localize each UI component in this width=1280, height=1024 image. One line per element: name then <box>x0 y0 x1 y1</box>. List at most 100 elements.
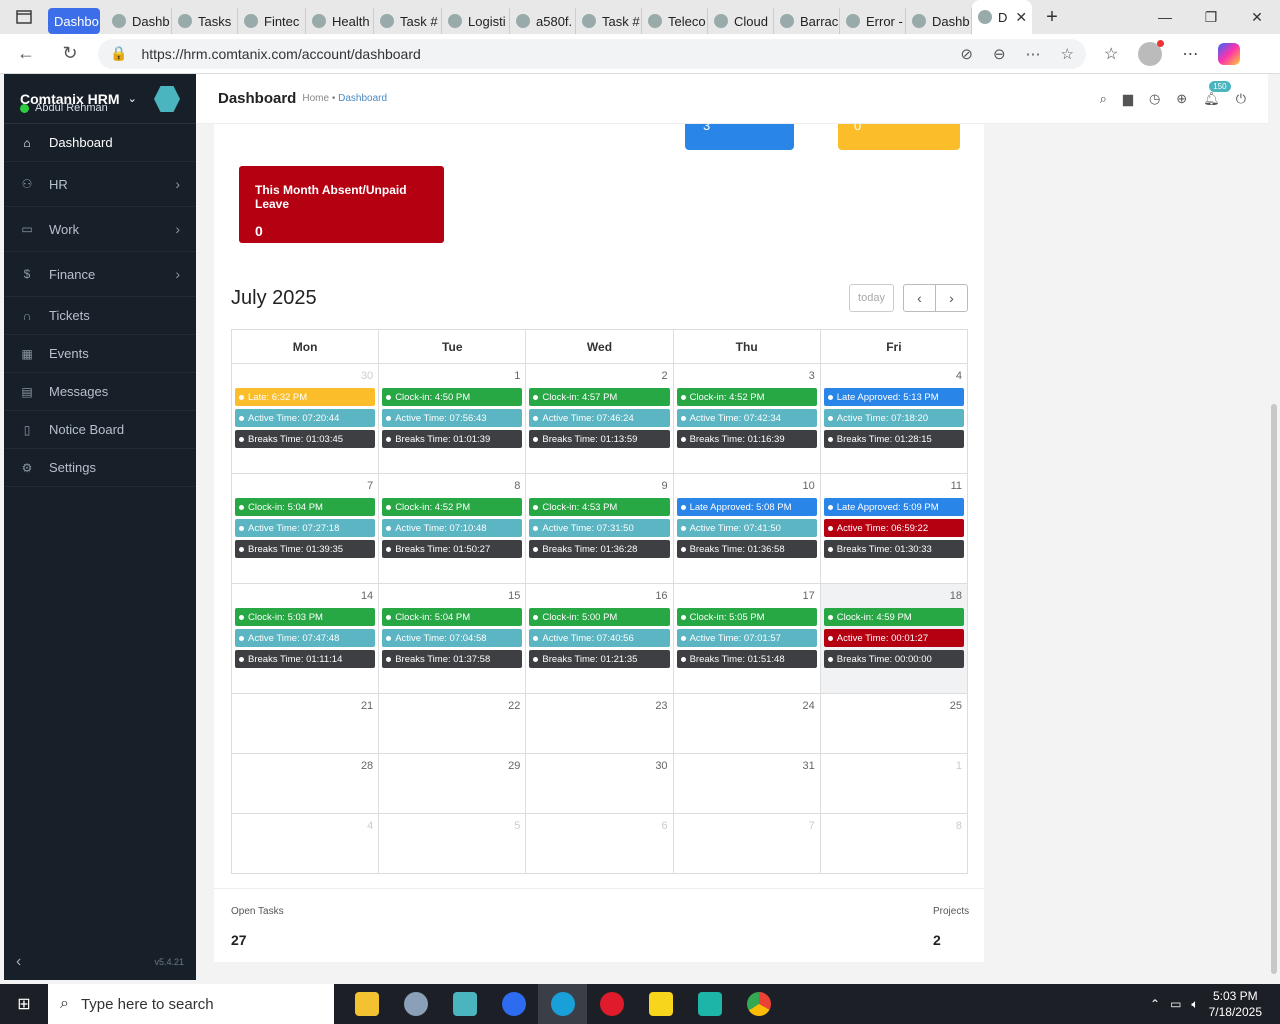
calendar-event[interactable]: Breaks Time: 01:39:35 <box>235 540 376 558</box>
browser-tab[interactable]: Tasks <box>172 8 238 34</box>
calendar-day-number[interactable]: 5 <box>381 814 523 838</box>
calendar-event[interactable]: Active Time: 06:59:22 <box>823 519 964 537</box>
calendar-day-number[interactable]: 1 <box>381 364 523 388</box>
sidebar-header[interactable]: Comtanix HRM ⌄ Abdul Rehman <box>4 74 196 124</box>
taskbar-clock[interactable]: 5:03 PM 7/18/2025 <box>1209 988 1262 1020</box>
calendar-day-number[interactable]: 25 <box>823 694 965 718</box>
calendar-day-number[interactable]: 16 <box>528 584 670 608</box>
search-icon[interactable]: ⌕ <box>1100 91 1107 107</box>
calendar-day-cell[interactable]: 30 Late: 6:32 PM Active Time: 07:20:44 Brea… <box>230 363 380 474</box>
calendar-event[interactable]: Breaks Time: 01:36:28 <box>529 540 670 558</box>
calendar-day-cell[interactable]: 14 Clock-in: 5:03 PM Active Time: 07:47:48… <box>230 583 380 694</box>
calendar-event[interactable]: Late: 6:32 PM <box>235 388 376 406</box>
calendar-event[interactable]: Late Approved: 5:13 PM <box>823 388 964 406</box>
back-icon[interactable]: ← <box>8 43 44 64</box>
calendar-next-button[interactable]: › <box>935 284 968 312</box>
calendar-event[interactable]: Clock-in: 4:50 PM <box>382 388 523 406</box>
sidebar-item-finance[interactable]: $ Finance › <box>4 252 196 297</box>
calendar-day-number[interactable]: 1 <box>823 754 965 778</box>
clock-icon[interactable]: ◷ <box>1149 91 1160 107</box>
calendar-event[interactable]: Breaks Time: 00:00:00 <box>823 650 964 668</box>
browser-tab[interactable]: D ✕ <box>972 0 1032 34</box>
calendar-event[interactable]: Clock-in: 5:03 PM <box>235 608 376 626</box>
collapse-sidebar-icon[interactable]: ‹ <box>16 953 21 971</box>
calendar-event[interactable]: Clock-in: 5:00 PM <box>529 608 670 626</box>
browser-tab[interactable]: a580f. <box>510 8 576 34</box>
calendar-event[interactable]: Breaks Time: 01:28:15 <box>823 430 964 448</box>
copilot-icon[interactable] <box>1218 42 1241 65</box>
calendar-event[interactable]: Late Approved: 5:09 PM <box>823 498 964 516</box>
calendar-event[interactable]: Clock-in: 5:04 PM <box>382 608 523 626</box>
new-tab-button[interactable]: + <box>1032 6 1072 29</box>
calendar-day-cell[interactable]: 6 <box>525 813 674 874</box>
calendar-day-number[interactable]: 22 <box>381 694 523 718</box>
profile-avatar[interactable] <box>1138 39 1165 66</box>
calendar-day-number[interactable]: 31 <box>676 754 818 778</box>
projects-value[interactable]: 2 <box>933 932 941 948</box>
calendar-day-number[interactable]: 29 <box>381 754 523 778</box>
calendar-event[interactable]: Clock-in: 4:52 PM <box>382 498 523 516</box>
tracking-icon[interactable]: ⊘ <box>960 45 973 63</box>
sidebar-item-settings[interactable]: ⚙ Settings <box>4 449 196 487</box>
network-icon[interactable]: ▭ <box>1170 997 1181 1011</box>
calendar-day-cell[interactable]: 16 Clock-in: 5:00 PM Active Time: 07:40:56… <box>525 583 674 694</box>
stat-card-blue[interactable]: 3 <box>685 124 794 150</box>
tab-close-icon[interactable]: ✕ <box>1015 9 1027 26</box>
sticky-note-icon[interactable]: ▆ <box>1123 91 1133 107</box>
calendar-day-cell[interactable]: 10 Late Approved: 5:08 PM Active Time: 07:… <box>672 473 821 584</box>
calendar-event[interactable]: Breaks Time: 01:37:58 <box>382 650 523 668</box>
calendar-event[interactable]: Clock-in: 4:59 PM <box>823 608 964 626</box>
calendar-day-cell[interactable]: 31 <box>672 753 821 814</box>
calendar-event[interactable]: Breaks Time: 01:01:39 <box>382 430 523 448</box>
calendar-event[interactable]: Breaks Time: 01:13:59 <box>529 430 670 448</box>
scrollbar-thumb[interactable] <box>1271 404 1277 974</box>
favorites-icon[interactable]: ☆ <box>1104 44 1118 64</box>
power-icon[interactable]: ⏻ <box>1236 91 1246 107</box>
calendar-day-cell[interactable]: 11 Late Approved: 5:09 PM Active Time: 06:… <box>819 473 969 584</box>
calendar-day-cell[interactable]: 22 <box>378 693 527 754</box>
calendar-day-number[interactable]: 15 <box>381 584 523 608</box>
sidebar-item-tickets[interactable]: ∩ Tickets <box>4 297 196 335</box>
calendar-day-cell[interactable]: 30 <box>525 753 674 814</box>
sidebar-item-messages[interactable]: ▤ Messages <box>4 373 196 411</box>
calendar-day-cell[interactable]: 7 Clock-in: 5:04 PM Active Time: 07:27:18 B… <box>230 473 380 584</box>
file-explorer-icon[interactable] <box>342 984 391 1024</box>
opera-browser-icon[interactable] <box>587 984 636 1024</box>
hrm-app-icon[interactable] <box>440 984 489 1024</box>
calendar-event[interactable]: Clock-in: 4:57 PM <box>529 388 670 406</box>
page-scrollbar[interactable] <box>1268 74 1280 980</box>
calendar-event[interactable]: Breaks Time: 01:51:48 <box>676 650 817 668</box>
calendar-day-cell[interactable]: 28 <box>230 753 380 814</box>
calendar-day-cell[interactable]: 1 Clock-in: 4:50 PM Active Time: 07:56:43 B… <box>378 363 527 474</box>
calendar-day-number[interactable]: 9 <box>528 474 670 498</box>
browser-tab[interactable]: Cloud <box>708 8 774 34</box>
restore-button[interactable]: ❐ <box>1188 9 1234 26</box>
app-icon[interactable] <box>391 984 440 1024</box>
calendar-day-number[interactable]: 17 <box>676 584 818 608</box>
calendar-day-cell[interactable]: 4 <box>230 813 380 874</box>
calendar-day-cell[interactable]: 25 <box>819 693 969 754</box>
calendar-day-number[interactable]: 24 <box>676 694 818 718</box>
calendar-day-number[interactable]: 23 <box>528 694 670 718</box>
calendar-event[interactable]: Clock-in: 4:52 PM <box>676 388 817 406</box>
calendar-day-cell[interactable]: 2 Clock-in: 4:57 PM Active Time: 07:46:24 B… <box>525 363 674 474</box>
browser-tab[interactable]: Dashb <box>106 8 172 34</box>
browser-tab[interactable]: Dashbo <box>48 8 100 34</box>
settings-more-icon[interactable]: ⋯ <box>1182 44 1198 64</box>
calendar-day-cell[interactable]: 9 Clock-in: 4:53 PM Active Time: 07:31:50 B… <box>525 473 674 584</box>
calendar-day-number[interactable]: 3 <box>676 364 818 388</box>
calendar-event[interactable]: Active Time: 07:47:48 <box>235 629 376 647</box>
calendar-day-number[interactable]: 7 <box>234 474 376 498</box>
calendar-day-number[interactable]: 7 <box>676 814 818 838</box>
tray-chevron-icon[interactable]: ⌃ <box>1150 997 1160 1011</box>
calendar-event[interactable]: Clock-in: 5:04 PM <box>235 498 376 516</box>
calendar-day-number[interactable]: 8 <box>381 474 523 498</box>
chevron-down-icon[interactable]: ⌄ <box>128 92 137 105</box>
calendar-day-cell[interactable]: 23 <box>525 693 674 754</box>
calendar-day-cell[interactable]: 29 <box>378 753 527 814</box>
calendar-event[interactable]: Active Time: 07:04:58 <box>382 629 523 647</box>
calendar-event[interactable]: Breaks Time: 01:16:39 <box>676 430 817 448</box>
calendar-event[interactable]: Active Time: 07:27:18 <box>235 519 376 537</box>
browser-tab[interactable]: Barrac <box>774 8 840 34</box>
calendar-event[interactable]: Late Approved: 5:08 PM <box>676 498 817 516</box>
